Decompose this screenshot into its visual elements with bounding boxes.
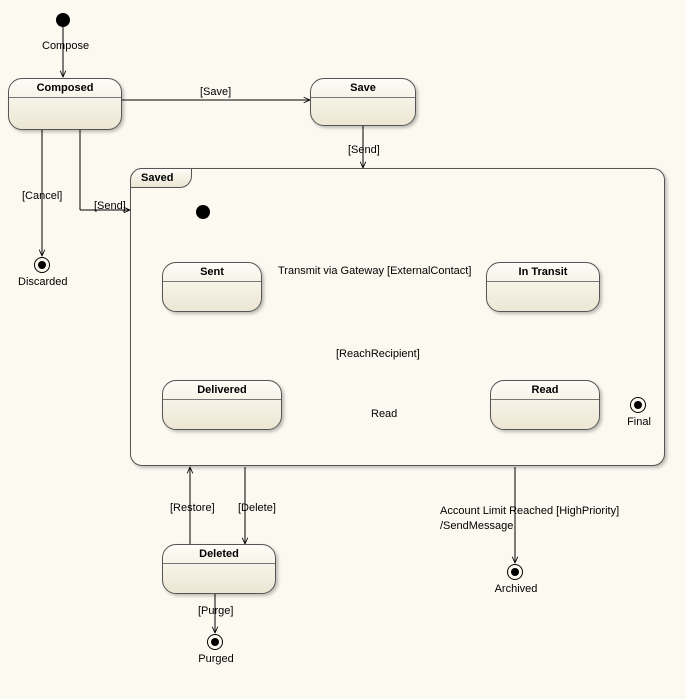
lbl-transmit: Transmit via Gateway [ExternalContact] bbox=[278, 265, 471, 277]
state-save: Save bbox=[310, 78, 416, 126]
state-composed-title: Composed bbox=[9, 82, 121, 94]
saved-initial-node bbox=[196, 205, 210, 219]
initial-node bbox=[56, 13, 70, 27]
state-delivered: Delivered bbox=[162, 380, 282, 430]
state-read: Read bbox=[490, 380, 600, 430]
state-composed: Composed bbox=[8, 78, 122, 130]
state-saved-title: Saved bbox=[130, 168, 192, 188]
final-purged bbox=[207, 634, 223, 650]
lbl-reach: [ReachRecipient] bbox=[336, 348, 420, 360]
lbl-send-guard: [Send] bbox=[94, 200, 126, 212]
lbl-cancel: [Cancel] bbox=[22, 190, 62, 202]
lbl-save-guard: [Save] bbox=[200, 86, 231, 98]
lbl-purge: [Purge] bbox=[198, 605, 233, 617]
state-intransit: In Transit bbox=[486, 262, 600, 312]
lbl-restore: [Restore] bbox=[170, 502, 215, 514]
state-deleted-title: Deleted bbox=[163, 548, 275, 560]
final-archived bbox=[507, 564, 523, 580]
state-deleted: Deleted bbox=[162, 544, 276, 594]
lbl-send-guard2: [Send] bbox=[348, 144, 380, 156]
lbl-archived: Archived bbox=[494, 583, 538, 595]
lbl-archive2: /SendMessage bbox=[440, 520, 513, 532]
final-read bbox=[630, 397, 646, 413]
lbl-final: Final bbox=[625, 416, 653, 428]
lbl-compose: Compose bbox=[42, 40, 89, 52]
state-sent: Sent bbox=[162, 262, 262, 312]
state-read-title: Read bbox=[491, 384, 599, 396]
state-sent-title: Sent bbox=[163, 266, 261, 278]
lbl-delete: [Delete] bbox=[238, 502, 276, 514]
final-discarded bbox=[34, 257, 50, 273]
state-save-title: Save bbox=[311, 82, 415, 94]
lbl-archive1: Account Limit Reached [HighPriority] bbox=[440, 505, 619, 517]
lbl-purged: Purged bbox=[196, 653, 236, 665]
lbl-discarded: Discarded bbox=[18, 276, 66, 288]
state-delivered-title: Delivered bbox=[163, 384, 281, 396]
lbl-read-evt: Read bbox=[371, 408, 397, 420]
state-intransit-title: In Transit bbox=[487, 266, 599, 278]
